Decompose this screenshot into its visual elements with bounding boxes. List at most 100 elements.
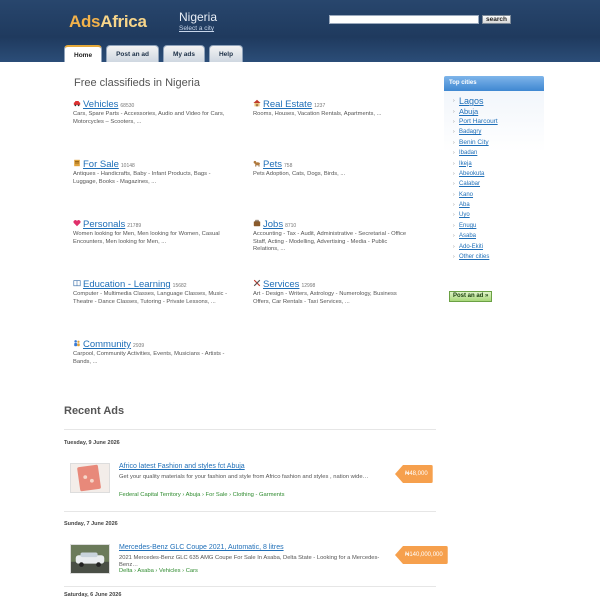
ad-price-badge: ₦48,000 xyxy=(395,465,433,483)
tab-post-ad[interactable]: Post an ad xyxy=(106,45,159,62)
city-item[interactable]: › Ibadan xyxy=(453,148,544,158)
ad-thumbnail[interactable] xyxy=(70,544,110,574)
city-item[interactable]: › Asaba xyxy=(453,231,544,241)
category-count: 2939 xyxy=(133,343,145,349)
category-link[interactable]: Personals xyxy=(83,219,125,230)
city-link[interactable]: Badagry xyxy=(459,129,481,135)
post-ad-button[interactable]: Post an ad » xyxy=(449,291,493,302)
search-input[interactable] xyxy=(329,15,479,24)
logo-africa: Africa xyxy=(100,12,147,31)
city-item[interactable]: › Other cities xyxy=(453,252,544,262)
category-count: 8710 xyxy=(285,223,297,229)
main-nav: Home Post an ad My ads Help xyxy=(64,45,244,62)
city-item[interactable]: › Calabar xyxy=(453,179,544,189)
city-link[interactable]: Uyo xyxy=(459,212,470,218)
city-item[interactable]: › Ado-Ekiti xyxy=(453,241,544,251)
city-link[interactable]: Enugu xyxy=(459,223,476,229)
city-link[interactable]: Abeokuta xyxy=(459,171,484,177)
category-pets: Pets 758 Pets Adoption, Cats, Dogs, Bird… xyxy=(253,159,413,179)
bullet-icon: › xyxy=(453,202,455,209)
city-item[interactable]: › Badagry xyxy=(453,127,544,137)
bullet-icon: › xyxy=(453,129,455,136)
category-link[interactable]: Real Estate xyxy=(263,99,312,110)
ad-description: Get your quality materials for your fash… xyxy=(119,474,369,480)
city-item[interactable]: › Kano xyxy=(453,190,544,200)
ad-title-link[interactable]: Mercedes-Benz GLC Coupe 2021, Automatic,… xyxy=(119,544,284,551)
tab-help[interactable]: Help xyxy=(208,45,244,62)
ad-location-path[interactable]: Delta › Asaba › Vehicles › Cars xyxy=(119,568,198,574)
ad-listing: Mercedes-Benz GLC Coupe 2021, Automatic,… xyxy=(70,544,448,578)
city-link[interactable]: Kano xyxy=(459,192,473,198)
city-link[interactable]: Aba xyxy=(459,202,470,208)
city-link[interactable]: Benin City xyxy=(459,139,489,146)
bullet-icon: › xyxy=(453,150,455,157)
category-real-estate: Real Estate 1237 Rooms, Houses, Vacation… xyxy=(253,99,413,119)
category-count: 12998 xyxy=(301,283,316,289)
category-count: 1237 xyxy=(314,103,326,109)
category-count: 758 xyxy=(284,163,293,169)
city-item[interactable]: › Uyo xyxy=(453,210,544,220)
city-item[interactable]: › Port Harcourt xyxy=(453,117,544,127)
category-education: Education - Learning 15682 Computer - Mu… xyxy=(73,279,233,306)
bullet-icon: › xyxy=(453,233,455,240)
category-count: 10148 xyxy=(120,163,135,169)
category-community: Community 2939 Carpool, Community Activi… xyxy=(73,339,233,366)
category-desc: Cars, Spare Parts - Accessories, Audio a… xyxy=(73,111,225,125)
category-link[interactable]: Pets xyxy=(263,159,282,170)
city-link[interactable]: Calabar xyxy=(459,181,480,187)
book-icon xyxy=(73,280,81,287)
city-item[interactable]: › Ikeja xyxy=(453,158,544,168)
tab-my-ads[interactable]: My ads xyxy=(162,45,205,62)
bullet-icon: › xyxy=(453,170,455,177)
search-form: search xyxy=(329,15,511,24)
city-item[interactable]: › Aba xyxy=(453,200,544,210)
ad-listing: Africo latest Fashion and styles fct Abu… xyxy=(70,463,434,498)
category-link[interactable]: Community xyxy=(83,339,131,350)
tag-icon xyxy=(74,159,80,167)
city-item[interactable]: › Abuja xyxy=(453,106,544,116)
people-icon xyxy=(74,340,80,347)
category-desc: Pets Adoption, Cats, Dogs, Birds, ... xyxy=(253,171,346,177)
city-link[interactable]: Lagos xyxy=(459,96,484,106)
ad-thumbnail[interactable] xyxy=(70,463,110,493)
day-header: Tuesday, 9 June 2026 xyxy=(64,440,120,446)
site-logo[interactable]: AdsAfrica xyxy=(69,12,147,32)
city-link[interactable]: Ibadan xyxy=(459,150,477,156)
page-title: Free classifieds in Nigeria xyxy=(74,77,200,89)
house-icon xyxy=(253,99,261,107)
divider xyxy=(64,429,436,430)
select-city-link[interactable]: Select a city xyxy=(179,25,217,32)
city-link[interactable]: Asaba xyxy=(459,233,476,239)
city-link[interactable]: Ado-Ekiti xyxy=(459,244,483,250)
city-item[interactable]: › Lagos xyxy=(453,96,544,106)
recent-ads-title: Recent Ads xyxy=(64,405,125,417)
ad-description: 2021 Mercedes-Benz GLC 635 AMG Coupe For… xyxy=(119,555,380,568)
category-jobs: Jobs 8710 Accounting - Tax - Audit, Admi… xyxy=(253,219,413,254)
ad-location-path[interactable]: Federal Capital Territory › Abuja › For … xyxy=(119,492,285,498)
city-item[interactable]: › Benin City xyxy=(453,138,544,148)
category-desc: Carpool, Community Activities, Events, M… xyxy=(73,351,225,365)
bullet-icon: › xyxy=(453,160,455,167)
category-desc: Accounting - Tax - Audit, Administrative… xyxy=(253,231,407,252)
city-item[interactable]: › Abeokuta xyxy=(453,169,544,179)
tab-home[interactable]: Home xyxy=(64,45,103,62)
city-link[interactable]: Port Harcourt xyxy=(459,118,498,125)
category-link[interactable]: Vehicles xyxy=(83,99,118,110)
category-desc: Antiques - Handicrafts, Baby - Infant Pr… xyxy=(73,171,211,185)
city-item[interactable]: › Enugu xyxy=(453,221,544,231)
logo-ads: Ads xyxy=(69,12,101,31)
site-header: AdsAfrica Nigeria Select a city search H… xyxy=(0,0,600,62)
category-link[interactable]: Services xyxy=(263,279,299,290)
ad-title-link[interactable]: Africo latest Fashion and styles fct Abu… xyxy=(119,463,245,470)
bullet-icon: › xyxy=(453,191,455,198)
briefcase-icon xyxy=(253,219,261,227)
city-link[interactable]: Other cities xyxy=(459,254,489,260)
category-link[interactable]: Education - Learning xyxy=(83,279,171,290)
city-link[interactable]: Ikeja xyxy=(459,161,472,167)
bullet-icon: › xyxy=(453,243,455,250)
category-link[interactable]: Jobs xyxy=(263,219,283,230)
category-link[interactable]: For Sale xyxy=(83,159,119,170)
city-link[interactable]: Abuja xyxy=(459,107,478,116)
search-button[interactable]: search xyxy=(482,15,511,24)
category-desc: Women looking for Men, Men looking for W… xyxy=(73,231,220,245)
